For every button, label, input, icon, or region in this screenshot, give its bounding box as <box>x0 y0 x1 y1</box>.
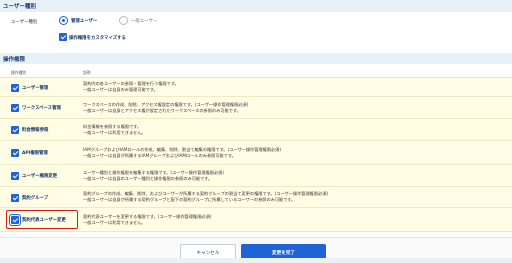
contract-group-checkbox[interactable] <box>11 194 19 202</box>
admin-user-radio-label[interactable]: 管理ユーザー <box>71 18 97 24</box>
permission-desc-line: 一般ユーザーは自身のユーザー種別と操作権限の参照のみ可能です。 <box>83 176 213 181</box>
permission-row-api-management: API権限管理 IAMグループおよびIAMロールの作成、編集、削除、割当て編集の… <box>0 141 512 165</box>
billing-info-checkbox[interactable] <box>11 126 19 134</box>
workspace-management-checkbox[interactable] <box>11 104 19 112</box>
permission-row-workspace-management: ワークスペース管理 ワークスペースの作成、削除、アクセス権設定の権限です。(ユー… <box>0 97 512 119</box>
customize-permissions-label[interactable]: 操作権限をカスタマイズする <box>69 35 126 41</box>
api-management-checkbox[interactable] <box>11 149 19 157</box>
highlight-annotation-box <box>6 210 78 229</box>
user-permission-settings: ユーザー種別 ユーザー種別 管理ユーザー 一般ユーザー 操作権限をカスタマイズす… <box>0 0 512 263</box>
permission-desc-line: 一般ユーザーは自身とアクセス権が設定されたワークスペースの参照のみ可能です。 <box>83 108 241 113</box>
permission-desc-line: 一般ユーザーは自身のみ管理可能です。 <box>83 87 158 92</box>
customize-permissions-checkbox[interactable] <box>59 33 67 41</box>
permission-desc-line: 一般ユーザーは利用できません。 <box>83 130 146 135</box>
general-user-radio-label[interactable]: 一般ユーザー <box>131 18 157 24</box>
admin-user-radio[interactable] <box>59 16 68 25</box>
user-management-checkbox[interactable] <box>11 84 19 92</box>
permission-name: ユーザー権限変更 <box>22 174 58 179</box>
permission-desc-line: 一般ユーザーは自身が所属するIAMグループおよびIAMロールのみ参照可能です。 <box>83 153 236 158</box>
permission-name: ワークスペース管理 <box>22 106 61 111</box>
user-type-row: ユーザー種別 管理ユーザー 一般ユーザー 操作権限をカスタマイズする <box>0 12 512 49</box>
user-type-field-label: ユーザー種別 <box>11 20 38 25</box>
permission-row-user-management: ユーザー管理 契約内の各ユーザーの参照・管理を行う権限です。 一般ユーザーは自身… <box>0 78 512 97</box>
column-header-type: 操作種別 <box>11 70 27 75</box>
permissions-section-title: 操作権限 <box>0 53 512 64</box>
permission-row-contract-group: 契約グループ 契約グループの作成、編集、削除、およびユーザーが所属する契約グルー… <box>0 187 512 208</box>
permission-row-user-permission-change: ユーザー権限変更 ユーザー種別と操作権限を編集する権限です。(ユーザー操作管理権… <box>0 165 512 187</box>
permission-row-billing-info: 料金情報参照 料金情報を参照する権限です。 一般ユーザーは利用できません。 <box>0 119 512 141</box>
permission-name: 契約グループ <box>22 196 49 201</box>
permission-name: API権限管理 <box>22 151 48 156</box>
general-user-radio[interactable] <box>119 16 128 25</box>
user-permission-change-checkbox[interactable] <box>11 172 19 180</box>
permission-desc-line: 一般ユーザーは自身が所属する契約グループと配下の契約グループに所属しているユーザ… <box>83 197 296 202</box>
bottom-scroll-area <box>0 258 512 263</box>
column-header-description: 説明 <box>83 70 91 75</box>
permission-desc-line: 一般ユーザーは利用できません。 <box>83 220 146 225</box>
permission-name: 料金情報参照 <box>22 128 49 133</box>
user-type-section-title: ユーザー種別 <box>0 0 512 12</box>
permission-name: ユーザー管理 <box>22 86 49 91</box>
